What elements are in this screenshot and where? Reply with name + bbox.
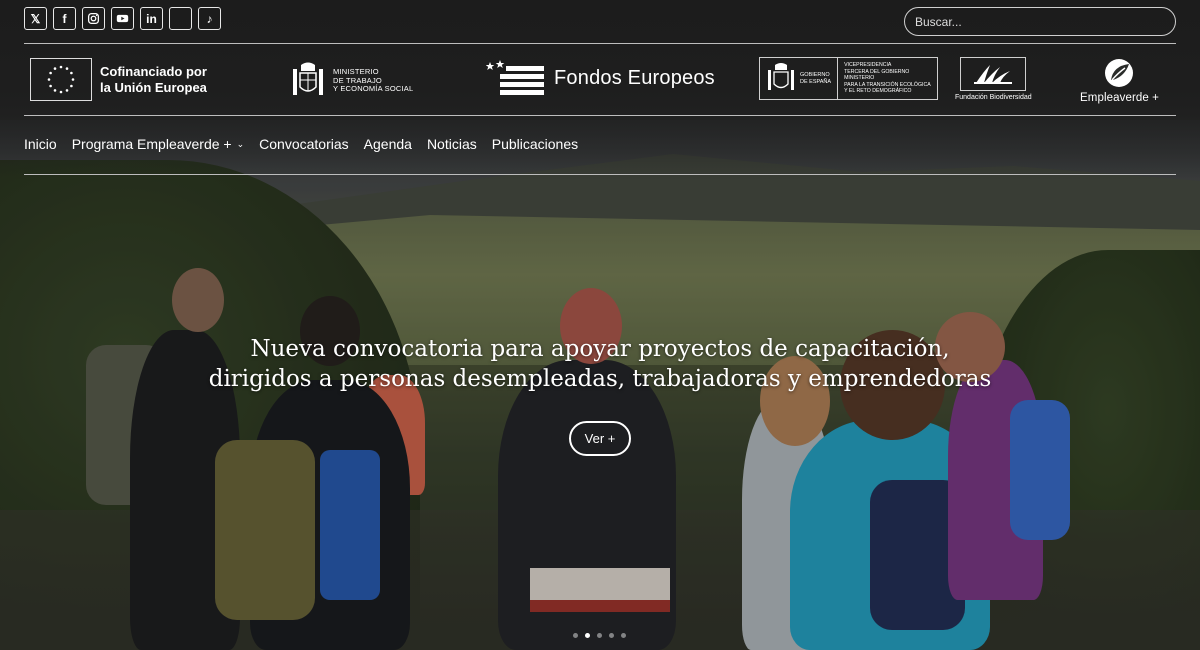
nav-programa-empleaverde[interactable]: Programa Empleaverde + ⌄ (72, 136, 244, 152)
nav-publicaciones[interactable]: Publicaciones (492, 136, 578, 152)
chevron-down-icon: ⌄ (236, 138, 245, 149)
nav-programa-label: Programa Empleaverde + (71, 136, 232, 152)
spain-crest-icon (768, 62, 794, 90)
ministerio-line3: Y ECONOMÍA SOCIAL (333, 84, 414, 94)
top-bar: 𝕏 f in ♪ (24, 7, 1176, 37)
nav-agenda[interactable]: Agenda (364, 136, 412, 152)
gobierno-block: GOBIERNO DE ESPAÑA (760, 58, 839, 99)
youtube-icon[interactable] (111, 7, 134, 30)
facebook-icon[interactable]: f (53, 7, 76, 30)
gobierno-espana-logo[interactable]: GOBIERNO DE ESPAÑA VICEPRESIDENCIA TERCE… (759, 57, 938, 100)
gobierno-line2: DE ESPAÑA (800, 78, 832, 85)
fondos-europeos-text: Fondos Europeos (554, 66, 715, 89)
social-links: 𝕏 f in ♪ (24, 7, 221, 30)
nav-publicaciones-label: Publicaciones (491, 136, 579, 152)
eu-cofinanced-logo[interactable]: Cofinanciado por la Unión Europea (30, 58, 207, 101)
gobierno-line1: GOBIERNO (800, 72, 830, 78)
vicepresidencia-block: VICEPRESIDENCIA TERCERA DEL GOBIERNO MIN… (838, 59, 937, 97)
biodiversidad-text: Fundación Biodiversidad (955, 94, 1032, 101)
nav-noticias-label: Noticias (426, 136, 477, 152)
divider (24, 43, 1176, 44)
fundacion-biodiversidad-logo[interactable]: Fundación Biodiversidad (955, 57, 1032, 101)
nav-inicio-label: Inicio (24, 136, 57, 152)
slider-dot[interactable] (609, 633, 614, 638)
slider-dots (573, 633, 626, 638)
slider-dot[interactable] (621, 633, 626, 638)
blank-icon[interactable] (169, 7, 192, 30)
hero-title-line1: Nueva convocatoria para apoyar proyectos… (250, 336, 950, 362)
empleaverde-text: Empleaverde + (1080, 92, 1159, 104)
slider-dot[interactable] (573, 633, 578, 638)
empleaverde-logo[interactable]: Empleaverde + (1080, 58, 1159, 104)
nav-convocatorias-label: Convocatorias (259, 136, 349, 152)
ministerio-text: MINISTERIO DE TRABAJO Y ECONOMÍA SOCIAL (333, 68, 413, 94)
leaf-icon (1105, 59, 1134, 87)
nav-inicio[interactable]: Inicio (24, 136, 57, 152)
search-input[interactable] (904, 7, 1176, 36)
tiktok-icon[interactable]: ♪ (198, 7, 221, 30)
nav-agenda-label: Agenda (363, 136, 412, 152)
hero-title-line2: dirigidos a personas desempleadas, traba… (208, 366, 992, 392)
nav-noticias[interactable]: Noticias (427, 136, 477, 152)
slider-dot[interactable] (585, 633, 590, 638)
main-navigation: Inicio Programa Empleaverde + ⌄ Convocat… (24, 136, 593, 152)
fondos-europeos-icon (486, 60, 544, 95)
hero-title: Nueva convocatoria para apoyar proyectos… (0, 334, 1200, 394)
eu-logo-line2: la Unión Europea (100, 79, 207, 95)
divider (24, 174, 1176, 175)
ministerio-transicion-line3: Y EL RETO DEMOGRÁFICO (844, 88, 912, 95)
nav-convocatorias[interactable]: Convocatorias (259, 136, 349, 152)
linkedin-icon[interactable]: in (140, 7, 163, 30)
spain-crest-icon (293, 62, 323, 95)
eu-logo-text: Cofinanciado por la Unión Europea (100, 64, 207, 96)
divider (24, 115, 1176, 116)
instagram-icon[interactable] (82, 7, 105, 30)
ministerio-trabajo-logo[interactable]: MINISTERIO DE TRABAJO Y ECONOMÍA SOCIAL (289, 61, 413, 101)
grass-icon (974, 65, 1013, 84)
eu-flag-icon (30, 58, 92, 101)
fondos-europeos-logo[interactable]: Fondos Europeos (486, 58, 715, 98)
slider-dot[interactable] (597, 633, 602, 638)
biodiversidad-mark (960, 57, 1027, 91)
eu-logo-line1: Cofinanciado por (100, 63, 207, 79)
logos-row: Cofinanciado por la Unión Europea MINIST… (24, 50, 1176, 110)
x-icon[interactable]: 𝕏 (24, 7, 47, 30)
ver-mas-button[interactable]: Ver + (569, 421, 631, 456)
gobierno-text: GOBIERNO DE ESPAÑA (800, 72, 831, 85)
